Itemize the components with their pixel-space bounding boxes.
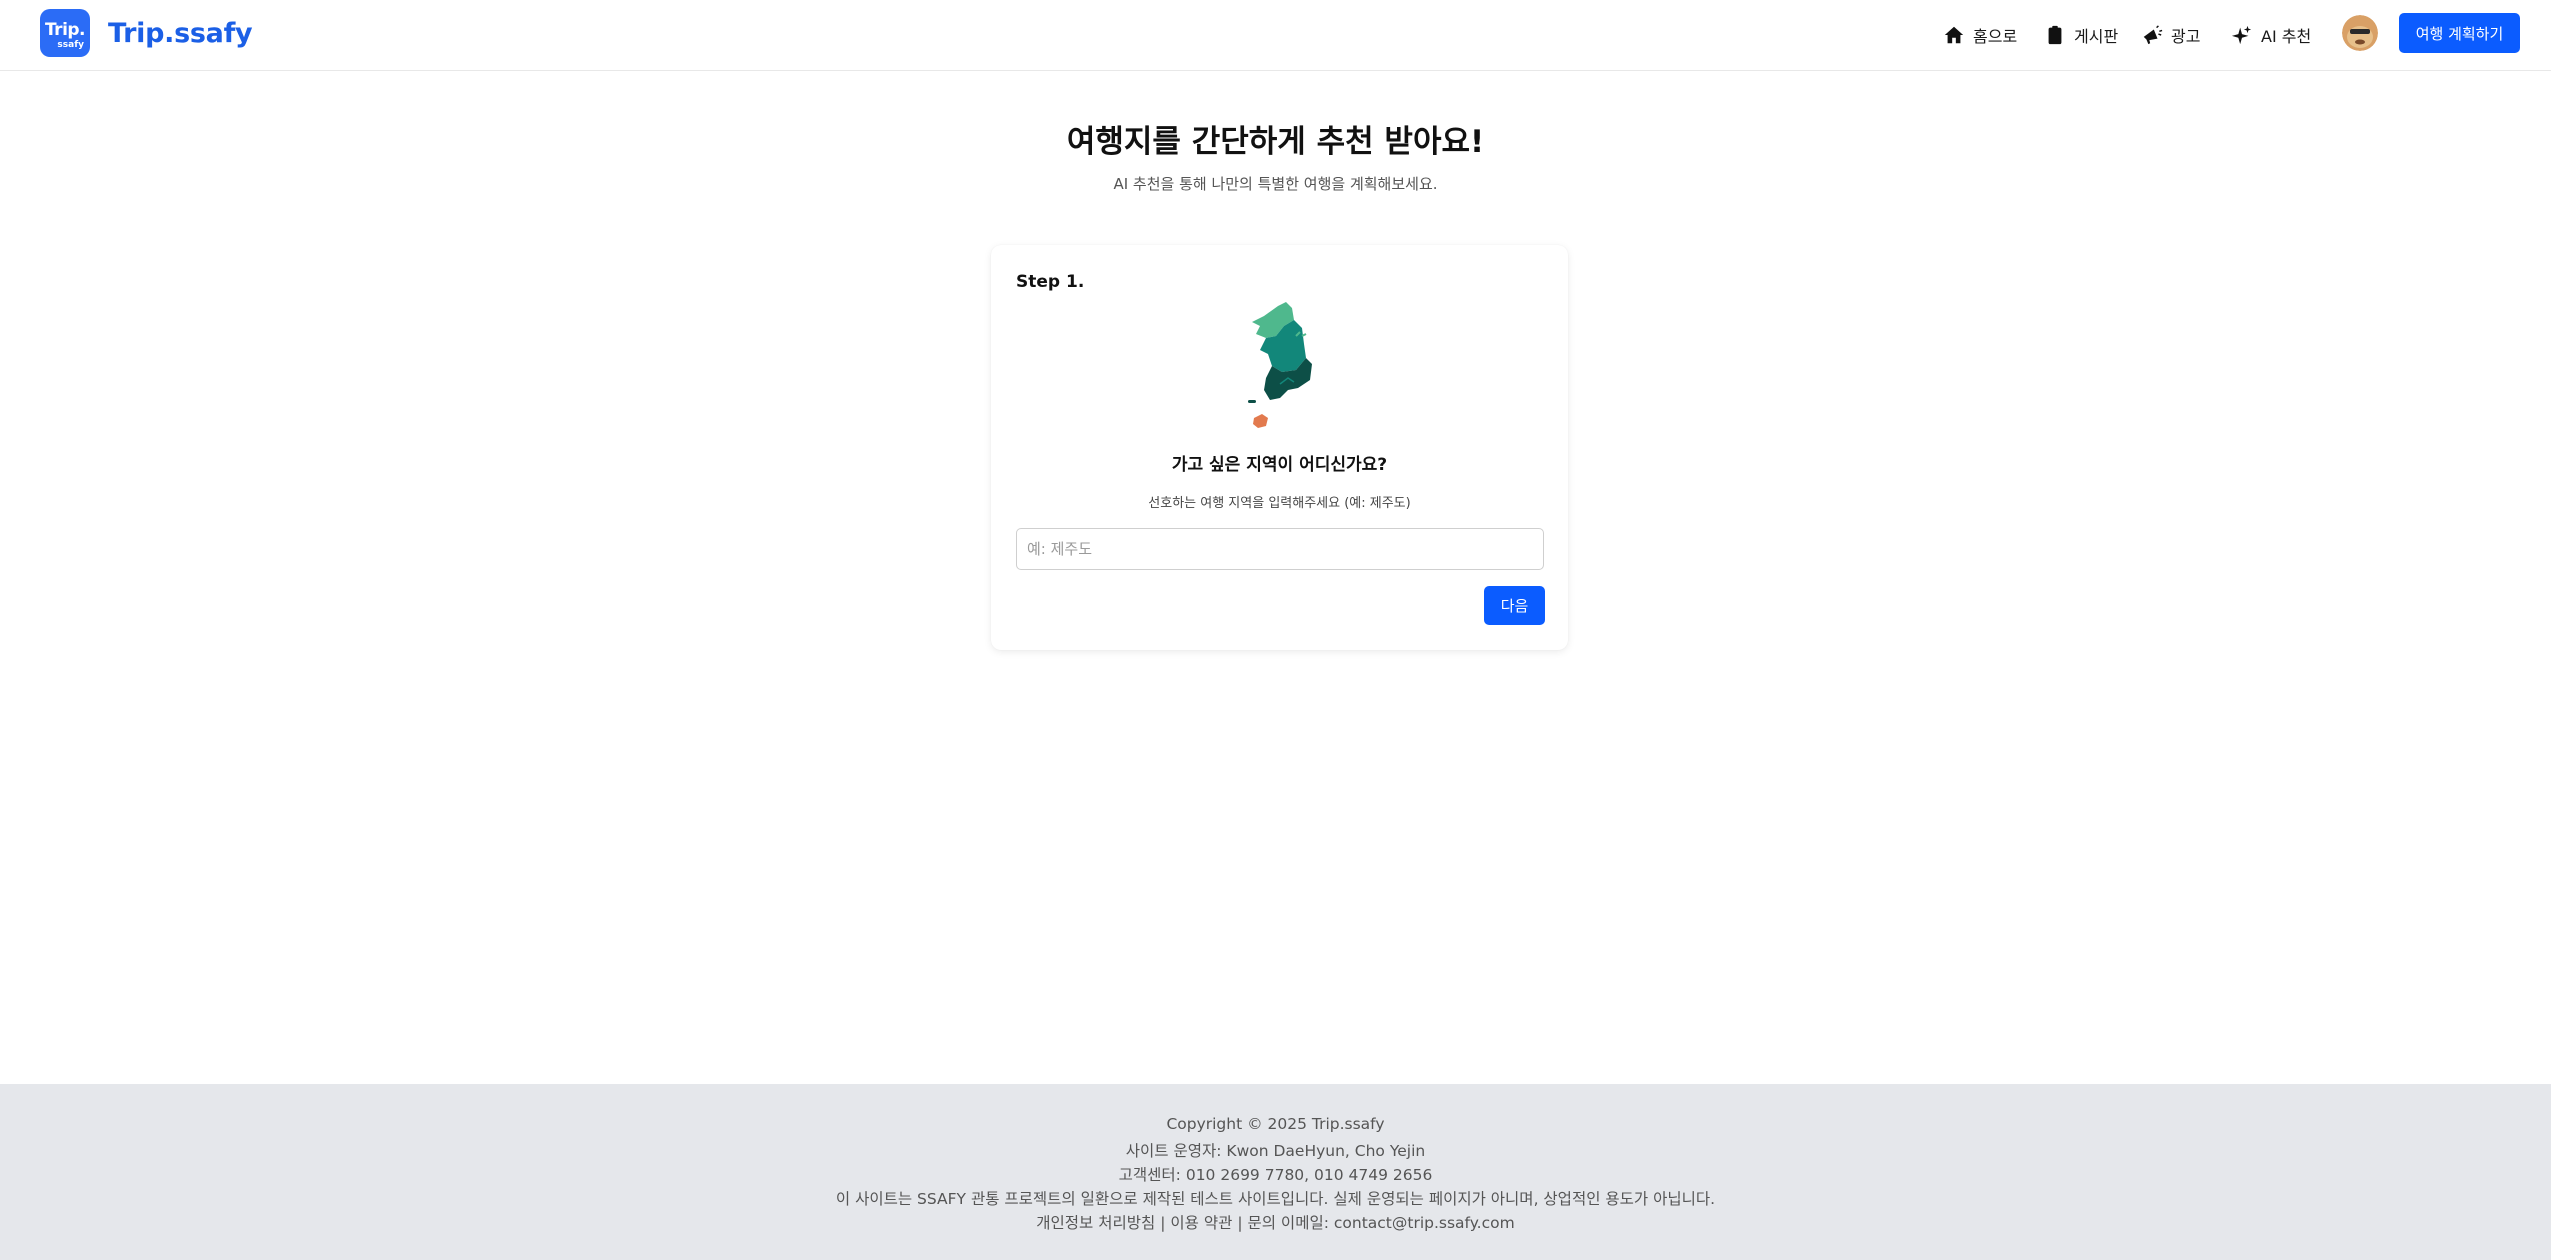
nav-board-label: 게시판 (2074, 27, 2119, 46)
footer-notice: 이 사이트는 SSAFY 관통 프로젝트의 일환으로 제작된 테스트 사이트입니… (835, 1190, 1716, 1208)
page-title: 여행지를 간단하게 추천 받아요! (1066, 124, 1485, 160)
footer-operators: 사이트 운영자: Kwon DaeHyun, Cho Yejin (1125, 1142, 1426, 1160)
footer: Copyright © 2025 Trip.ssafy 사이트 운영자: Kwo… (0, 1084, 2551, 1260)
recommend-step-card: Step 1. 가고 싶은 지역이 어디신가요? 선호하는 여행 지역을 입력해… (991, 245, 1568, 650)
megaphone-icon (2143, 25, 2163, 45)
plan-trip-button[interactable]: 여행 계획하기 (2399, 13, 2520, 53)
terms-link[interactable]: 이용 약관 (1170, 1214, 1232, 1232)
privacy-policy-link[interactable]: 개인정보 처리방침 (1036, 1214, 1155, 1232)
region-input[interactable] (1016, 528, 1544, 570)
clipboard-icon (2048, 25, 2062, 45)
nav-home-label: 홈으로 (1973, 27, 2018, 46)
sparkles-icon (2231, 25, 2252, 45)
home-icon (1944, 26, 1964, 44)
region-hint: 선호하는 여행 지역을 입력해주세요 (예: 제주도) (1148, 496, 1411, 511)
korea-map-illustration (1248, 302, 1312, 428)
nav-ads-label: 광고 (2171, 27, 2201, 46)
brand-name[interactable]: Trip.ssafy (108, 18, 253, 49)
next-button[interactable]: 다음 (1484, 586, 1545, 625)
avatar-image (2342, 15, 2378, 51)
nav-ads[interactable]: 광고 (2141, 22, 2200, 48)
logo-text: Trip. (44, 20, 86, 40)
footer-separator: | (1237, 1214, 1243, 1232)
contact-email: 문의 이메일: contact@trip.ssafy.com (1247, 1214, 1515, 1232)
logo[interactable]: Trip. ssafy (40, 9, 90, 57)
user-avatar[interactable] (2342, 15, 2378, 51)
logo-subtext: ssafy (57, 40, 84, 50)
step-label: Step 1. (1016, 272, 1085, 292)
top-navbar: Trip. ssafy Trip.ssafy 홈으로 게시판 광고 AI 추천 … (0, 0, 2551, 71)
nav-ai-recommend-label: AI 추천 (2261, 27, 2312, 46)
footer-separator: | (1160, 1214, 1166, 1232)
region-question: 가고 싶은 지역이 어디신가요? (1171, 455, 1388, 475)
nav-home[interactable]: 홈으로 (1943, 22, 2017, 48)
footer-support: 고객센터: 010 2699 7780, 010 4749 2656 (1118, 1166, 1433, 1184)
nav-board[interactable]: 게시판 (2044, 22, 2118, 48)
nav-ai-recommend[interactable]: AI 추천 (2231, 22, 2311, 48)
footer-links: 개인정보 처리방침 | 이용 약관 | 문의 이메일: contact@trip… (0, 1211, 2551, 1233)
footer-copyright: Copyright © 2025 Trip.ssafy (1166, 1115, 1385, 1133)
page-subtitle: AI 추천을 통해 나만의 특별한 여행을 계획해보세요. (1113, 175, 1438, 193)
